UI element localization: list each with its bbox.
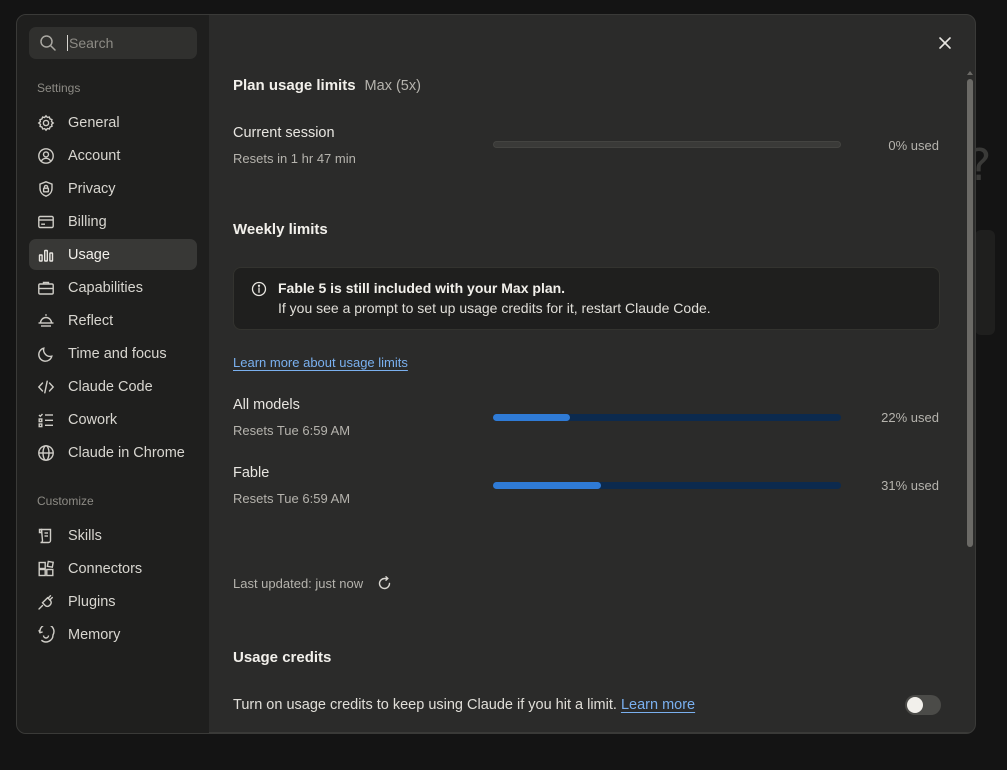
- usage-credits-row: Turn on usage credits to keep using Clau…: [233, 697, 695, 713]
- sidebar-item-label: Cowork: [68, 411, 118, 428]
- close-button[interactable]: [935, 33, 955, 53]
- fable-reset: Resets Tue 6:59 AM: [233, 491, 351, 506]
- sidebar-item-label: Reflect: [68, 312, 114, 329]
- all-models-progress-bar: [493, 414, 841, 421]
- sidebar-item-cowork[interactable]: Cowork: [29, 404, 197, 435]
- sunset-icon: [37, 312, 55, 330]
- fable-progress-fill: [493, 482, 601, 489]
- all-models-progress-fill: [493, 414, 570, 421]
- sidebar-item-label: Billing: [68, 213, 107, 230]
- all-models-reset: Resets Tue 6:59 AM: [233, 423, 351, 438]
- briefcase-icon: [37, 279, 55, 297]
- notice-title: Fable 5 is still included with your Max …: [278, 280, 566, 296]
- current-session-reset: Resets in 1 hr 47 min: [233, 151, 356, 166]
- sidebar-item-reflect[interactable]: Reflect: [29, 305, 197, 336]
- all-models-row: All models Resets Tue 6:59 AM 22% used: [233, 397, 939, 443]
- sidebar-item-label: Plugins: [68, 593, 116, 610]
- sidebar-item-time-and-focus[interactable]: Time and focus: [29, 338, 197, 369]
- bar-chart-icon: [37, 246, 55, 264]
- close-icon: [939, 37, 951, 49]
- sidebar-item-label: Skills: [68, 527, 102, 544]
- current-session-percent: 0% used: [888, 138, 939, 153]
- sidebar-item-claude-code[interactable]: Claude Code: [29, 371, 197, 402]
- fable-percent: 31% used: [881, 478, 939, 493]
- sidebar-item-usage[interactable]: Usage: [29, 239, 197, 270]
- refresh-icon: [378, 576, 391, 590]
- sidebar-item-skills[interactable]: Skills: [29, 520, 197, 551]
- scroll-icon: [37, 527, 55, 545]
- plan-name: Max (5x): [364, 78, 421, 94]
- refresh-button[interactable]: [377, 576, 392, 591]
- toggle-knob: [907, 697, 923, 713]
- sidebar-item-connectors[interactable]: Connectors: [29, 553, 197, 584]
- customize-nav: Skills Connectors Plugins Memory: [29, 520, 197, 650]
- customize-section-label: Customize: [37, 494, 94, 508]
- settings-dialog: Settings General Account Privacy Billing…: [16, 14, 976, 734]
- blocks-icon: [37, 560, 55, 578]
- fable-label: Fable: [233, 465, 270, 481]
- info-notice: Fable 5 is still included with your Max …: [233, 267, 940, 330]
- plan-header: Plan usage limits Max (5x): [233, 77, 421, 94]
- fable-progress-bar: [493, 482, 841, 489]
- last-updated-text: Last updated: just now: [233, 576, 364, 591]
- moon-icon: [37, 345, 55, 363]
- weekly-limits-title: Weekly limits: [233, 221, 328, 238]
- scroll-up-arrow-icon[interactable]: [967, 71, 973, 75]
- shield-lock-icon: [37, 180, 55, 198]
- scrollbar-thumb[interactable]: [967, 79, 973, 547]
- scrollbar[interactable]: [967, 71, 973, 731]
- sidebar-item-account[interactable]: Account: [29, 140, 197, 171]
- usage-credits-title: Usage credits: [233, 649, 332, 666]
- sidebar-item-billing[interactable]: Billing: [29, 206, 197, 237]
- plug-icon: [37, 593, 55, 611]
- usage-credits-learn-more-link[interactable]: Learn more: [621, 697, 695, 713]
- notice-body: If you see a prompt to set up usage cred…: [278, 300, 711, 316]
- globe-icon: [37, 444, 55, 462]
- credit-card-icon: [37, 213, 55, 231]
- usage-credits-text: Turn on usage credits to keep using Clau…: [233, 697, 617, 713]
- sidebar-item-label: Account: [68, 147, 121, 164]
- code-icon: [37, 378, 55, 396]
- settings-section-label: Settings: [37, 81, 81, 95]
- memory-icon: [37, 625, 55, 644]
- checklist-icon: [37, 411, 55, 429]
- sidebar-item-label: Claude in Chrome: [68, 444, 185, 461]
- sidebar-item-label: Time and focus: [68, 345, 167, 362]
- plan-usage-title: Plan usage limits: [233, 77, 356, 94]
- usage-credits-toggle[interactable]: [905, 695, 941, 715]
- sidebar-item-plugins[interactable]: Plugins: [29, 586, 197, 617]
- info-icon: [251, 281, 267, 302]
- settings-nav: General Account Privacy Billing Usage Ca…: [29, 107, 197, 468]
- current-session-row: Current session Resets in 1 hr 47 min 0%…: [233, 125, 939, 171]
- divider: [209, 732, 975, 733]
- all-models-label: All models: [233, 397, 300, 413]
- sidebar-item-capabilities[interactable]: Capabilities: [29, 272, 197, 303]
- search-icon: [40, 35, 56, 51]
- sidebar-item-label: Usage: [68, 246, 110, 263]
- sidebar-item-privacy[interactable]: Privacy: [29, 173, 197, 204]
- last-updated: Last updated: just now: [233, 576, 392, 591]
- current-session-label: Current session: [233, 125, 335, 141]
- sidebar-item-general[interactable]: General: [29, 107, 197, 138]
- gear-icon: [37, 114, 55, 132]
- sidebar-item-label: Capabilities: [68, 279, 143, 296]
- search-input[interactable]: [67, 35, 177, 51]
- usage-panel: Plan usage limits Max (5x) Current sessi…: [209, 15, 975, 733]
- fable-row: Fable Resets Tue 6:59 AM 31% used: [233, 465, 939, 511]
- all-models-percent: 22% used: [881, 410, 939, 425]
- learn-more-usage-limits-link[interactable]: Learn more about usage limits: [233, 355, 408, 370]
- sidebar-item-label: General: [68, 114, 120, 131]
- sidebar-item-memory[interactable]: Memory: [29, 619, 197, 650]
- sidebar-item-label: Claude Code: [68, 378, 153, 395]
- background-panel: [975, 230, 995, 335]
- user-circle-icon: [37, 147, 55, 165]
- sidebar: Settings General Account Privacy Billing…: [17, 15, 209, 733]
- current-session-progress-bar: [493, 141, 841, 148]
- sidebar-item-label: Connectors: [68, 560, 143, 577]
- sidebar-item-label: Privacy: [68, 180, 116, 197]
- sidebar-item-claude-in-chrome[interactable]: Claude in Chrome: [29, 437, 197, 468]
- sidebar-item-label: Memory: [68, 626, 121, 643]
- search-box[interactable]: [29, 27, 197, 59]
